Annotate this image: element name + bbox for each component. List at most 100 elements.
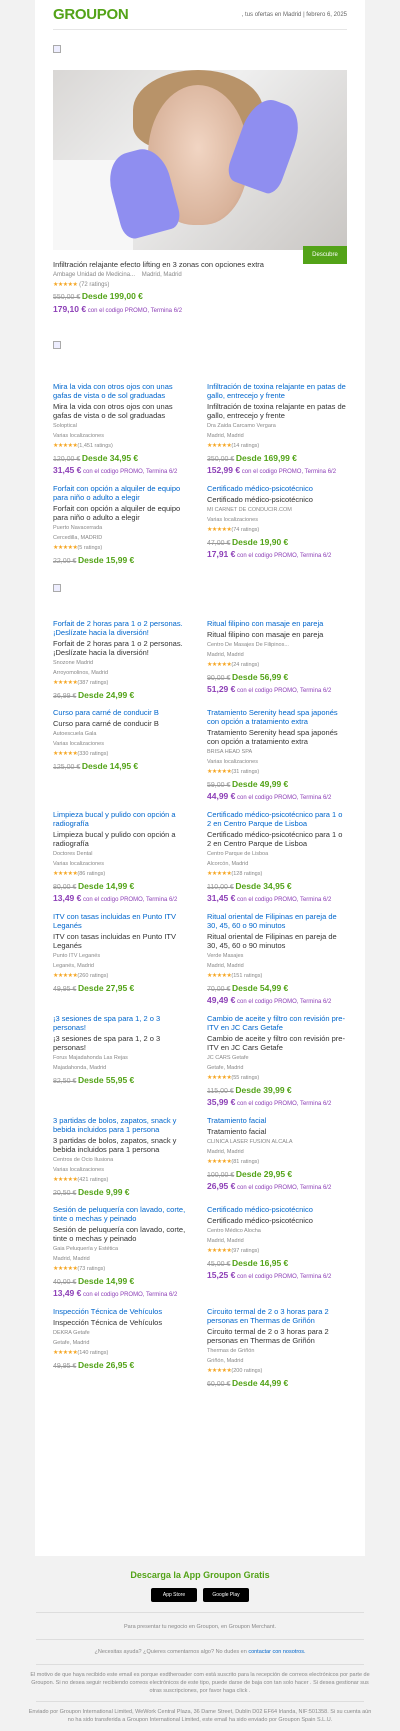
deal-title[interactable]: Tratamiento Serenity head spa japonés co… [207,728,347,746]
deal-title[interactable]: Tratamiento facial [207,1127,347,1136]
deal-card[interactable]: Circuito termal de 2 o 3 horas para 2 pe… [207,1307,347,1396]
hero-ratings-count: (72 ratings) [79,282,110,288]
deal-card[interactable]: Mira la vida con otros ojos con unas gaf… [53,382,193,484]
deal-ratings-count: (5 ratings) [77,545,103,551]
deal-card[interactable]: Infiltración de toxina relajante en pata… [207,382,347,484]
help-line: ¿Necesitas ayuda? ¿Quieres comentarnos a… [0,1648,400,1656]
header: GROUPON , tus ofertas en Madrid | febrer… [53,0,347,30]
deal-rating: ★★★★★(31 ratings) [207,769,347,776]
deal-card[interactable]: ¡3 sesiones de spa para 1, 2 o 3 persona… [53,1014,193,1116]
deal-card[interactable]: Inspección Técnica de Vehículos Inspecció… [53,1307,193,1396]
deal-card[interactable]: Certificado médico-psicotécnico Certifica… [207,484,347,573]
deal-image-link[interactable]: Certificado médico-psicotécnico [207,484,347,493]
deal-price: 45,00 € Desde 16,95 € [207,1258,347,1268]
deal-location: Madrid, Madrid [207,1238,244,1244]
deal-card[interactable]: Forfait con opción a alquiler de equipo … [53,484,193,573]
star-rating-icon: ★★★★★ [207,662,232,668]
hero-location: Madrid, Madrid [141,272,182,278]
merchant-line: Para presentar tu negocio en Groupon, en… [124,1624,276,1630]
deal-location: Griñón, Madrid [207,1358,244,1364]
deal-title[interactable]: Mira la vida con otros ojos con unas gaf… [53,402,193,420]
descubre-button[interactable]: Descubre [303,246,347,264]
deal-title[interactable]: Ritual oriental de Filipinas en pareja d… [207,932,347,950]
deal-ratings-count: (200 ratings) [231,1368,263,1374]
deal-card[interactable]: Limpieza bucal y pulido con opción a rad… [53,810,193,912]
deal-image-link[interactable]: Certificado médico-psicotécnico para 1 o… [207,810,347,828]
deal-merchant: Punto ITV Leganés [53,953,101,959]
deal-image-link[interactable]: Ritual filipino con masaje en pareja [207,619,347,628]
deal-image-link[interactable]: Forfait de 2 horas para 1 o 2 personas. … [53,619,193,637]
app-store-button[interactable]: App Store [151,1588,197,1602]
deal-new-price: Desde 24,99 € [78,690,135,700]
deal-rating: ★★★★★(14 ratings) [207,443,347,450]
deal-image-link[interactable]: Certificado médico-psicotécnico [207,1205,347,1214]
deal-title[interactable]: ¡3 sesiones de spa para 1, 2 o 3 persona… [53,1034,193,1052]
deal-title[interactable]: Certificado médico-psicotécnico para 1 o… [207,830,347,848]
deal-card[interactable]: Ritual oriental de Filipinas en pareja d… [207,912,347,1014]
deal-price: 80,00 € Desde 14,99 € [53,881,193,891]
deal-image-link[interactable]: ¡3 sesiones de spa para 1, 2 o 3 persona… [53,1014,193,1032]
deal-image-link[interactable]: Sesión de peluquería con lavado, corte, … [53,1205,193,1223]
deal-image-link[interactable]: Cambio de aceite y filtro con revisión p… [207,1014,347,1032]
deal-image-link[interactable]: Curso para carné de conducir B [53,708,193,717]
deal-image-link[interactable]: Infiltración de toxina relajante en pata… [207,382,347,400]
deal-promo: 13,49 € con el codigo PROMO, Termina 6/2 [53,894,193,904]
deal-image-link[interactable]: Limpieza bucal y pulido con opción a rad… [53,810,193,828]
deal-merchant: Dra Zaida Carcamo Vergara [207,423,276,429]
deal-title[interactable]: Inspección Técnica de Vehículos [53,1318,193,1327]
footer: Descarga la App Groupon Gratis App Store… [0,1556,400,1724]
deal-card[interactable]: Cambio de aceite y filtro con revisión p… [207,1014,347,1116]
deal-card[interactable]: ITV con tasas incluidas en Punto ITV Leg… [53,912,193,1014]
deal-title[interactable]: Ritual filipino con masaje en pareja [207,630,347,639]
deal-title[interactable]: 3 partidas de bolos, zapatos, snack y be… [53,1136,193,1154]
deal-rating: ★★★★★(387 ratings) [53,680,193,687]
deal-merchant: Puerto Navacerrada [53,525,103,531]
deal-image-link[interactable]: Mira la vida con otros ojos con unas gaf… [53,382,193,400]
deal-title[interactable]: Circuito termal de 2 o 3 horas para 2 pe… [207,1327,347,1345]
deal-title[interactable]: Infiltración de toxina relajante en pata… [207,402,347,420]
deal-title[interactable]: Limpieza bucal y pulido con opción a rad… [53,830,193,848]
deal-merchant: Doctores Dental [53,851,93,857]
deal-image-link[interactable]: 3 partidas de bolos, zapatos, snack y be… [53,1116,193,1134]
deal-image-link[interactable]: Forfait con opción a alquiler de equipo … [53,484,193,502]
deal-title[interactable]: Curso para carné de conducir B [53,719,193,728]
deal-new-price: Desde 15,99 € [78,555,135,565]
deal-title[interactable]: ITV con tasas incluidas en Punto ITV Leg… [53,932,193,950]
deal-card[interactable]: Sesión de peluquería con lavado, corte, … [53,1205,193,1307]
deal-price: 49,95 € Desde 27,95 € [53,983,193,993]
deal-title[interactable]: Certificado médico-psicotécnico [207,495,347,504]
deal-image-link[interactable]: Tratamiento facial [207,1116,347,1125]
hero-old-price: 550,00 € [53,294,81,301]
deal-card[interactable]: Tratamiento Serenity head spa japonés co… [207,708,347,810]
hero-image[interactable] [53,70,347,250]
deal-rating: ★★★★★(73 ratings) [53,1266,193,1273]
deal-new-price: Desde 56,99 € [232,672,289,682]
deal-card[interactable]: Forfait de 2 horas para 1 o 2 personas. … [53,619,193,708]
deal-new-price: Desde 49,99 € [232,779,289,789]
deal-image-link[interactable]: Circuito termal de 2 o 3 horas para 2 pe… [207,1307,347,1325]
groupon-logo[interactable]: GROUPON [53,6,129,23]
deal-image-link[interactable]: Inspección Técnica de Vehículos [53,1307,193,1316]
deal-image-link[interactable]: ITV con tasas incluidas en Punto ITV Leg… [53,912,193,930]
deal-promo: 26,95 € con el codigo PROMO, Termina 6/2 [207,1182,347,1192]
deal-rating: ★★★★★(260 ratings) [53,973,193,980]
deal-title[interactable]: Cambio de aceite y filtro con revisión p… [207,1034,347,1052]
google-play-button[interactable]: Google Play [203,1588,249,1602]
deal-card[interactable]: Ritual filipino con masaje en pareja Ritu… [207,619,347,708]
deal-card[interactable]: Tratamiento facial Tratamiento facial CLIN… [207,1116,347,1205]
deal-title[interactable]: Forfait de 2 horas para 1 o 2 personas. … [53,639,193,657]
deal-card[interactable]: Curso para carné de conducir B Curso para… [53,708,193,810]
deal-price: 70,00 € Desde 54,99 € [207,983,347,993]
deal-ratings-count: (31 ratings) [231,769,260,775]
deal-card[interactable]: 3 partidas de bolos, zapatos, snack y be… [53,1116,193,1205]
deal-image-link[interactable]: Tratamiento Serenity head spa japonés co… [207,708,347,726]
deal-promo: 49,49 € con el codigo PROMO, Termina 6/2 [207,996,347,1006]
deal-image-link[interactable]: Ritual oriental de Filipinas en pareja d… [207,912,347,930]
deal-card[interactable]: Certificado médico-psicotécnico Certifica… [207,1205,347,1307]
deal-title[interactable]: Certificado médico-psicotécnico [207,1216,347,1225]
contact-link[interactable]: contactar con nosotros. [248,1649,305,1655]
deal-card[interactable]: Certificado médico-psicotécnico para 1 o… [207,810,347,912]
deal-title[interactable]: Forfait con opción a alquiler de equipo … [53,504,193,522]
deal-merchant: Verde Masajes [207,953,244,959]
deal-title[interactable]: Sesión de peluquería con lavado, corte, … [53,1225,193,1243]
